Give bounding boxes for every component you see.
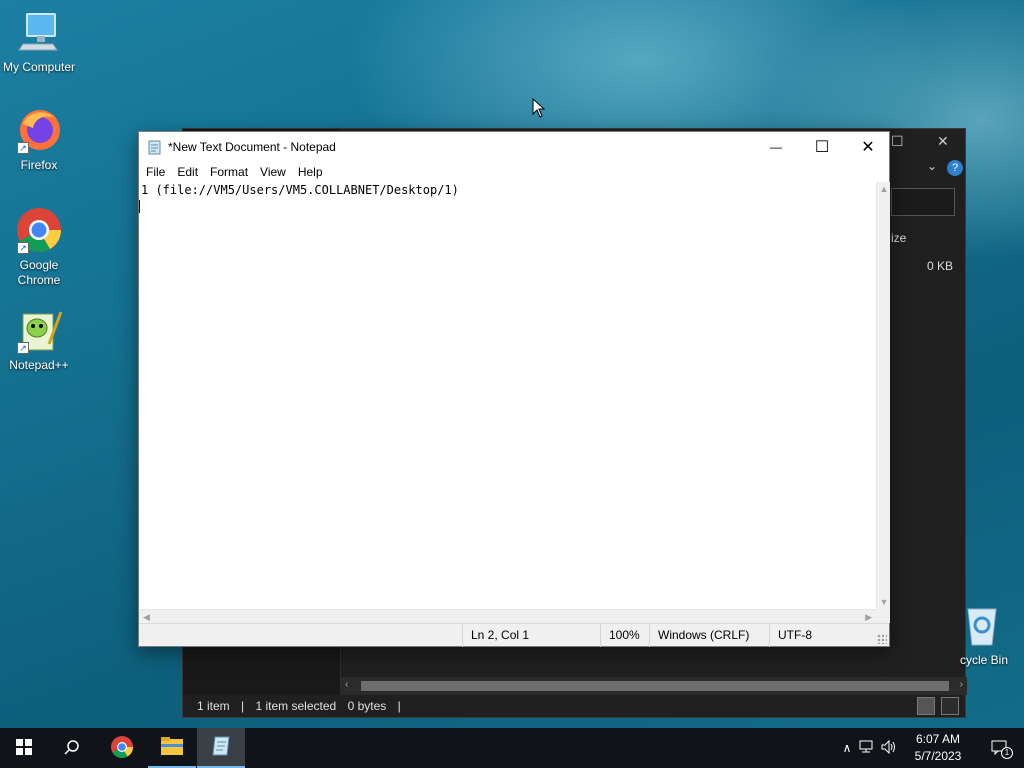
- maximize-button[interactable]: ☐: [799, 132, 845, 162]
- menu-file[interactable]: File: [139, 162, 170, 179]
- notepad-window[interactable]: *New Text Document - Notepad — ☐ ✕ File E…: [138, 131, 890, 647]
- menu-view[interactable]: View: [253, 162, 291, 179]
- explorer-close-icon[interactable]: ✕: [937, 133, 949, 150]
- text-caret: [139, 200, 140, 213]
- scrollbar-corner: [876, 609, 890, 623]
- explorer-search-input[interactable]: [891, 188, 955, 216]
- recycle-bin-icon: [964, 603, 1000, 647]
- explorer-item-count: 1 item: [197, 699, 230, 713]
- windows-logo-icon: [16, 738, 32, 758]
- notepadpp-icon: ↗: [15, 306, 63, 354]
- resize-grip-icon[interactable]: [877, 634, 887, 644]
- notepad-title-bar[interactable]: *New Text Document - Notepad — ☐ ✕: [139, 132, 889, 162]
- explorer-help-icon[interactable]: ?: [947, 160, 963, 176]
- desktop-icon-my-computer[interactable]: My Computer: [0, 8, 78, 75]
- notepad-icon: [210, 735, 232, 760]
- notification-icon: 1: [991, 740, 1013, 759]
- mouse-pointer-icon: [532, 97, 546, 118]
- search-icon: [64, 739, 80, 758]
- scroll-left-icon[interactable]: ‹: [345, 679, 348, 690]
- notepad-text-area[interactable]: 1 (file://VM5/Users/VM5.COLLABNET/Deskto…: [139, 182, 876, 609]
- desktop-icon-label: cycle Bin: [960, 653, 1009, 667]
- taskbar-file-explorer-button[interactable]: [148, 728, 196, 768]
- desktop-icon-label: Firefox: [20, 158, 58, 172]
- taskbar-chrome-button[interactable]: [98, 728, 146, 768]
- shortcut-arrow-icon: ↗: [17, 242, 29, 254]
- notepad-icon: [147, 139, 163, 155]
- menu-help[interactable]: Help: [291, 162, 328, 179]
- scroll-left-icon[interactable]: ◀: [143, 610, 150, 624]
- computer-icon: [15, 8, 63, 56]
- shortcut-arrow-icon: ↗: [17, 142, 29, 154]
- explorer-selected-count: 1 item selected: [255, 699, 337, 713]
- menu-format[interactable]: Format: [203, 162, 253, 179]
- notepad-status-bar: Ln 2, Col 1 100% Windows (CRLF) UTF-8: [139, 623, 889, 647]
- desktop-icon-firefox[interactable]: ↗ Firefox: [0, 106, 78, 173]
- large-icons-view-icon[interactable]: [941, 697, 959, 715]
- explorer-column-size-header[interactable]: ize: [891, 231, 906, 245]
- status-cursor-position: Ln 2, Col 1: [462, 624, 602, 647]
- explorer-scroll-thumb[interactable]: [361, 681, 949, 691]
- notepad-vertical-scrollbar[interactable]: ▲ ▼: [876, 182, 890, 609]
- clock-time: 6:07 AM: [915, 732, 961, 746]
- action-center-button[interactable]: 1: [976, 728, 1024, 768]
- details-view-icon[interactable]: [917, 697, 935, 715]
- explorer-expand-ribbon-icon[interactable]: ⌄: [927, 159, 937, 173]
- chrome-icon: [110, 735, 134, 762]
- firefox-icon: ↗: [15, 106, 63, 154]
- explorer-horizontal-scrollbar[interactable]: ‹ ›: [341, 677, 967, 695]
- status-zoom: 100%: [600, 624, 652, 647]
- taskbar: ∧ 6:07 AM 5/7/2023 1: [0, 728, 1024, 768]
- taskbar-notepad-button[interactable]: [197, 728, 245, 768]
- notepad-horizontal-scrollbar[interactable]: ◀ ▶: [139, 609, 876, 623]
- minimize-button[interactable]: —: [753, 132, 799, 162]
- chrome-icon: ↗: [15, 206, 63, 254]
- menu-edit[interactable]: Edit: [170, 162, 203, 179]
- desktop-icon-label: My Computer: [2, 60, 76, 74]
- explorer-file-size: 0 KB: [927, 259, 954, 273]
- clock-date: 5/7/2023: [914, 749, 962, 763]
- file-explorer-icon: [160, 736, 184, 759]
- notepad-title: *New Text Document - Notepad: [168, 140, 336, 154]
- desktop-icon-label: Google Chrome: [17, 258, 61, 287]
- explorer-selected-size: 0 bytes: [347, 699, 387, 713]
- scroll-down-icon[interactable]: ▼: [877, 597, 891, 607]
- start-button[interactable]: [0, 728, 48, 768]
- search-button[interactable]: [48, 728, 96, 768]
- notification-count-badge: 1: [1001, 747, 1013, 759]
- taskbar-clock[interactable]: 6:07 AM 5/7/2023: [906, 731, 970, 765]
- scroll-up-icon[interactable]: ▲: [877, 184, 891, 194]
- volume-icon[interactable]: [878, 739, 900, 757]
- desktop-icon-google-chrome[interactable]: ↗ Google Chrome: [0, 206, 78, 288]
- status-separator: |: [397, 699, 401, 713]
- shortcut-arrow-icon: ↗: [17, 342, 29, 354]
- desktop-icon-label: Notepad++: [9, 358, 69, 372]
- scroll-right-icon[interactable]: ›: [960, 679, 963, 690]
- explorer-status-bar: 1 item | 1 item selected 0 bytes |: [183, 695, 965, 717]
- system-tray: ∧: [838, 728, 900, 768]
- scroll-right-icon[interactable]: ▶: [865, 610, 872, 624]
- close-button[interactable]: ✕: [845, 132, 891, 162]
- status-encoding: UTF-8: [769, 624, 879, 647]
- desktop-icon-notepadpp[interactable]: ↗ Notepad++: [0, 306, 78, 373]
- notepad-menu-bar: File Edit Format View Help: [139, 162, 889, 182]
- status-separator: |: [241, 699, 245, 713]
- network-icon[interactable]: [856, 740, 878, 757]
- status-line-ending: Windows (CRLF): [649, 624, 771, 647]
- explorer-restore-icon[interactable]: ☐: [891, 133, 904, 150]
- show-hidden-icons-icon[interactable]: ∧: [838, 741, 856, 755]
- desktop-icon-recycle-bin[interactable]: cycle Bin: [960, 603, 1024, 667]
